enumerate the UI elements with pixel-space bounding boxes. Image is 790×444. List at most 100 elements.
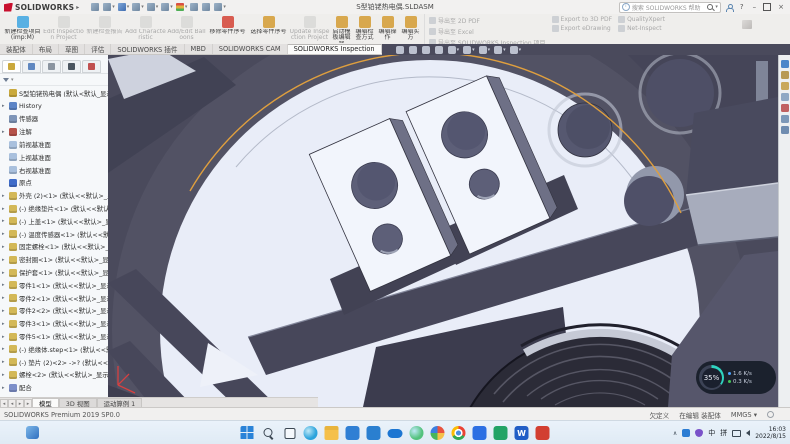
counterbore[interactable] bbox=[624, 176, 674, 226]
performance-widget[interactable]: 35% 1.6 K/s 0.3 K/s bbox=[696, 361, 776, 394]
3d-model-view[interactable] bbox=[108, 55, 778, 407]
ime-mode-indicator[interactable]: 中 bbox=[708, 428, 715, 438]
volume-icon[interactable] bbox=[746, 430, 750, 436]
new-inspection-report-button[interactable]: 新建检查报告 bbox=[84, 15, 125, 43]
pinned-app-icon[interactable] bbox=[26, 426, 39, 439]
file-properties-icon[interactable] bbox=[202, 3, 211, 11]
tray-expand-icon[interactable]: ∧ bbox=[673, 430, 677, 437]
featuremanager-tab[interactable] bbox=[2, 60, 21, 73]
remove-balloons-button[interactable]: 移除零件序号 bbox=[207, 15, 248, 43]
forum-icon[interactable] bbox=[781, 126, 789, 134]
export-menu-item[interactable]: Export eDrawing bbox=[552, 25, 613, 32]
tree-item[interactable]: ▸ 密封圈<1> (默认<<默认>_显示状 bbox=[0, 253, 108, 266]
file-explorer-icon[interactable] bbox=[325, 426, 339, 440]
configurationmanager-tab[interactable] bbox=[42, 60, 61, 73]
expand-arrow-icon[interactable]: ▸ bbox=[2, 193, 7, 199]
export-menu-item[interactable]: Export to 3D PDF bbox=[552, 16, 613, 23]
tree-item[interactable]: ▸ 固定螺栓<1> (默认<<默认>_显示 bbox=[0, 241, 108, 254]
search-input[interactable]: 搜索 SOLIDWORKS 帮助 bbox=[632, 3, 705, 12]
expand-arrow-icon[interactable]: ▸ bbox=[2, 385, 7, 391]
tree-item[interactable]: ▸ (-) 绝缘体.step<1> (默认<<默认> bbox=[0, 343, 108, 356]
start-button[interactable] bbox=[241, 426, 255, 440]
tree-item[interactable]: 上视基准面 bbox=[0, 151, 108, 164]
tree-item[interactable]: ▸ 外壳 (2)<1> (默认<<默认>_显示状 bbox=[0, 189, 108, 202]
expand-arrow-icon[interactable]: ▸ bbox=[2, 346, 7, 352]
expand-arrow-icon[interactable]: ▸ bbox=[2, 372, 7, 378]
tree-item[interactable]: ▸ (-) 温度传感器<1> (默认<<默认>_ bbox=[0, 228, 108, 241]
custom-properties-icon[interactable] bbox=[781, 115, 789, 123]
view-settings-icon[interactable]: ▾ bbox=[510, 46, 522, 54]
app-icon-colorwheel[interactable] bbox=[431, 426, 445, 440]
expand-arrow-icon[interactable]: ▸ bbox=[2, 295, 7, 301]
cast-icon[interactable] bbox=[732, 430, 741, 437]
search-caret-icon[interactable]: ▾ bbox=[715, 4, 718, 10]
edit-appearance-icon[interactable]: ▾ bbox=[494, 46, 506, 54]
dimxpertmanager-tab[interactable] bbox=[62, 60, 81, 73]
taskbar-clock[interactable]: 16:03 2022/8/15 bbox=[755, 426, 786, 440]
filter-caret-icon[interactable]: ▾ bbox=[11, 77, 14, 83]
expand-arrow-icon[interactable]: ▸ bbox=[2, 308, 7, 314]
tree-item[interactable]: ▸ 螺栓<2> (默认<<默认>_显示状态 bbox=[0, 369, 108, 382]
command-tab[interactable]: 布局 bbox=[33, 44, 59, 54]
zoom-area-icon[interactable] bbox=[409, 46, 418, 54]
app-icon-red[interactable] bbox=[536, 426, 550, 440]
expand-arrow-icon[interactable]: ▸ bbox=[2, 103, 7, 109]
expand-arrow-icon[interactable]: ▸ bbox=[2, 206, 7, 212]
add-characteristic-button[interactable]: Add Characteristic bbox=[125, 15, 166, 43]
store-icon[interactable] bbox=[367, 426, 381, 440]
new-document-icon[interactable]: ▾ bbox=[103, 3, 115, 11]
filter-icon[interactable] bbox=[3, 78, 9, 82]
save-icon[interactable]: ▾ bbox=[132, 3, 144, 11]
edit-inspection-method-button[interactable]: 编辑检查方式 bbox=[353, 15, 376, 43]
login-icon[interactable] bbox=[726, 4, 733, 11]
export-menu-item[interactable]: QualityXpert bbox=[618, 16, 665, 23]
annotation-view-icon[interactable] bbox=[435, 46, 444, 54]
command-tab[interactable]: 装配体 bbox=[0, 44, 33, 54]
status-options-icon[interactable] bbox=[767, 411, 774, 418]
tree-item[interactable]: 传感器 bbox=[0, 113, 108, 126]
tree-item[interactable]: ▸ 零件5<1> (默认<<默认>_显示状 bbox=[0, 330, 108, 343]
select-balloons-button[interactable]: 选择零件序号 bbox=[248, 15, 289, 43]
tree-item[interactable]: ▸ 零件2<1> (默认<<默认>_显示状 bbox=[0, 292, 108, 305]
search-button[interactable] bbox=[262, 426, 276, 440]
search-icon[interactable] bbox=[707, 4, 713, 10]
add-edit-balloons-button[interactable]: Add/Edit Balloons bbox=[166, 15, 207, 43]
command-tab[interactable]: 草图 bbox=[59, 44, 85, 54]
expand-arrow-icon[interactable]: ▸ bbox=[2, 334, 7, 340]
select-icon[interactable]: ▾ bbox=[176, 3, 188, 11]
command-tab[interactable]: 评估 bbox=[85, 44, 111, 54]
tree-item[interactable]: ▸ History bbox=[0, 100, 108, 113]
design-library-icon[interactable] bbox=[781, 71, 789, 79]
options-icon[interactable]: ▾ bbox=[214, 3, 226, 11]
expand-arrow-icon[interactable]: ▸ bbox=[2, 129, 7, 135]
tree-item[interactable]: ▸ 零件2<2> (默认<<默认>_显示状 bbox=[0, 305, 108, 318]
edge-icon[interactable] bbox=[304, 426, 318, 440]
displaymanager-tab[interactable] bbox=[82, 60, 101, 73]
task-view-button[interactable] bbox=[283, 426, 297, 440]
rebuild-icon[interactable] bbox=[190, 3, 199, 11]
tree-item[interactable]: ▸ 注解 bbox=[0, 125, 108, 138]
command-tab[interactable]: SOLIDWORKS Inspection bbox=[288, 44, 382, 54]
launch-template-editor-button[interactable]: 启动模板编辑器 bbox=[330, 15, 353, 43]
view-palette-icon[interactable] bbox=[781, 93, 789, 101]
menu-expand-icon[interactable]: ▸ bbox=[76, 4, 79, 11]
appearances-icon[interactable] bbox=[781, 104, 789, 112]
tree-item[interactable]: ▸ 零件1<1> (默认<<默认>_显示状态 bbox=[0, 279, 108, 292]
expand-arrow-icon[interactable]: ▸ bbox=[2, 218, 7, 224]
export-menu-item[interactable]: Net-Inspect bbox=[618, 25, 665, 32]
resources-icon[interactable] bbox=[781, 60, 789, 68]
hide-show-items-icon[interactable]: ▾ bbox=[479, 46, 491, 54]
ime-name-indicator[interactable]: 拼 bbox=[720, 428, 727, 438]
help-button[interactable]: ? bbox=[738, 3, 746, 11]
edit-measure-button[interactable]: 编辑实方 bbox=[399, 15, 422, 43]
display-style-icon[interactable]: ▾ bbox=[463, 46, 475, 54]
edit-operation-button[interactable]: 编辑操作 bbox=[376, 15, 399, 43]
expand-arrow-icon[interactable]: ▸ bbox=[2, 231, 7, 237]
word-icon[interactable]: W bbox=[515, 426, 529, 440]
expand-arrow-icon[interactable]: ▸ bbox=[2, 359, 7, 365]
expand-arrow-icon[interactable]: ▸ bbox=[2, 244, 7, 250]
restore-button[interactable] bbox=[763, 3, 771, 11]
tree-item[interactable]: ▸ (-) 上盖<1> (默认<<默认>_显示状 bbox=[0, 215, 108, 228]
command-tab[interactable]: SOLIDWORKS 插件 bbox=[111, 44, 184, 54]
units-selector[interactable]: MMGS ▾ bbox=[731, 411, 757, 419]
